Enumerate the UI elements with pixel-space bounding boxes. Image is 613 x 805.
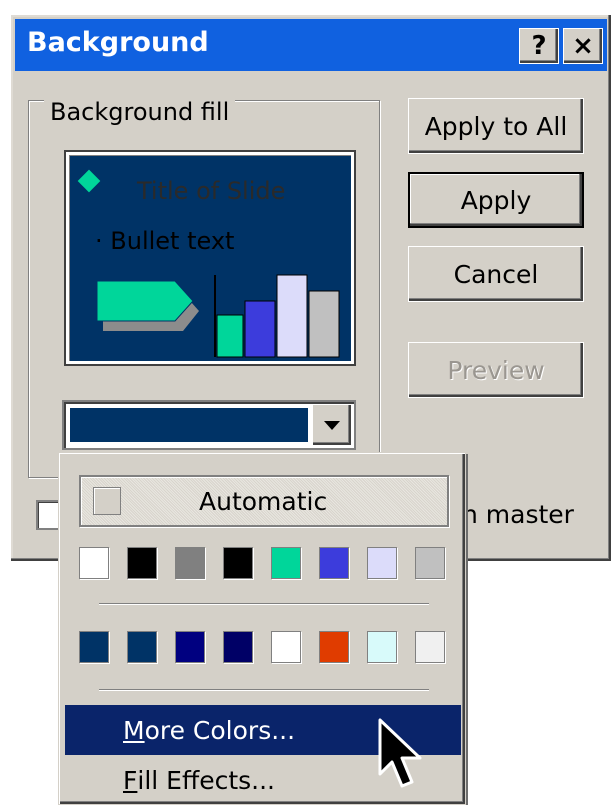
chart-bar-1 <box>216 314 244 358</box>
preview-graphics <box>96 274 340 358</box>
dialog-title: Background <box>27 27 209 58</box>
dropdown-arrow-button[interactable] <box>312 404 352 446</box>
chart-bar-4 <box>308 290 340 358</box>
automatic-color-button[interactable]: Automatic <box>79 475 449 527</box>
preview-button[interactable]: Preview <box>408 342 584 398</box>
group-label: Background fill <box>44 98 236 126</box>
close-button[interactable]: × <box>563 28 603 64</box>
color-swatch[interactable] <box>79 547 109 579</box>
color-swatch[interactable] <box>271 631 301 663</box>
color-swatch[interactable] <box>127 547 157 579</box>
color-swatch[interactable] <box>319 631 349 663</box>
scheme-colors-row <box>79 547 463 579</box>
close-icon: × <box>572 31 594 61</box>
arrow-shape <box>96 280 194 322</box>
automatic-swatch <box>93 487 121 515</box>
color-swatch[interactable] <box>415 631 445 663</box>
help-button[interactable]: ? <box>519 28 559 64</box>
color-swatch[interactable] <box>223 631 253 663</box>
palette-separator <box>99 689 429 691</box>
chevron-down-icon <box>324 420 340 430</box>
slide-preview: Title of Slide · Bullet text <box>66 152 354 364</box>
help-icon: ? <box>531 31 547 61</box>
chart-bar-3 <box>276 274 308 358</box>
color-swatch[interactable] <box>223 547 253 579</box>
mouse-pointer-icon <box>378 718 422 788</box>
color-swatch[interactable] <box>175 631 205 663</box>
color-swatch[interactable] <box>127 631 157 663</box>
color-swatch[interactable] <box>415 547 445 579</box>
palette-separator <box>99 603 429 605</box>
automatic-label: Automatic <box>199 487 328 516</box>
omit-master-label: n master <box>462 500 574 529</box>
color-swatch[interactable] <box>367 631 397 663</box>
apply-button[interactable]: Apply <box>408 172 584 228</box>
color-swatch[interactable] <box>175 547 205 579</box>
color-swatch[interactable] <box>367 547 397 579</box>
recent-colors-row <box>79 631 463 663</box>
fill-color-combobox[interactable] <box>62 400 356 450</box>
color-swatch[interactable] <box>271 547 301 579</box>
cancel-button[interactable]: Cancel <box>408 246 584 302</box>
color-swatch[interactable] <box>79 631 109 663</box>
apply-to-all-button[interactable]: Apply to All <box>408 98 584 154</box>
selected-color-swatch <box>70 408 308 442</box>
chart-bar-2 <box>244 300 276 358</box>
title-bar[interactable]: Background ? × <box>15 19 607 71</box>
color-swatch[interactable] <box>319 547 349 579</box>
omit-master-checkbox[interactable] <box>36 500 60 530</box>
